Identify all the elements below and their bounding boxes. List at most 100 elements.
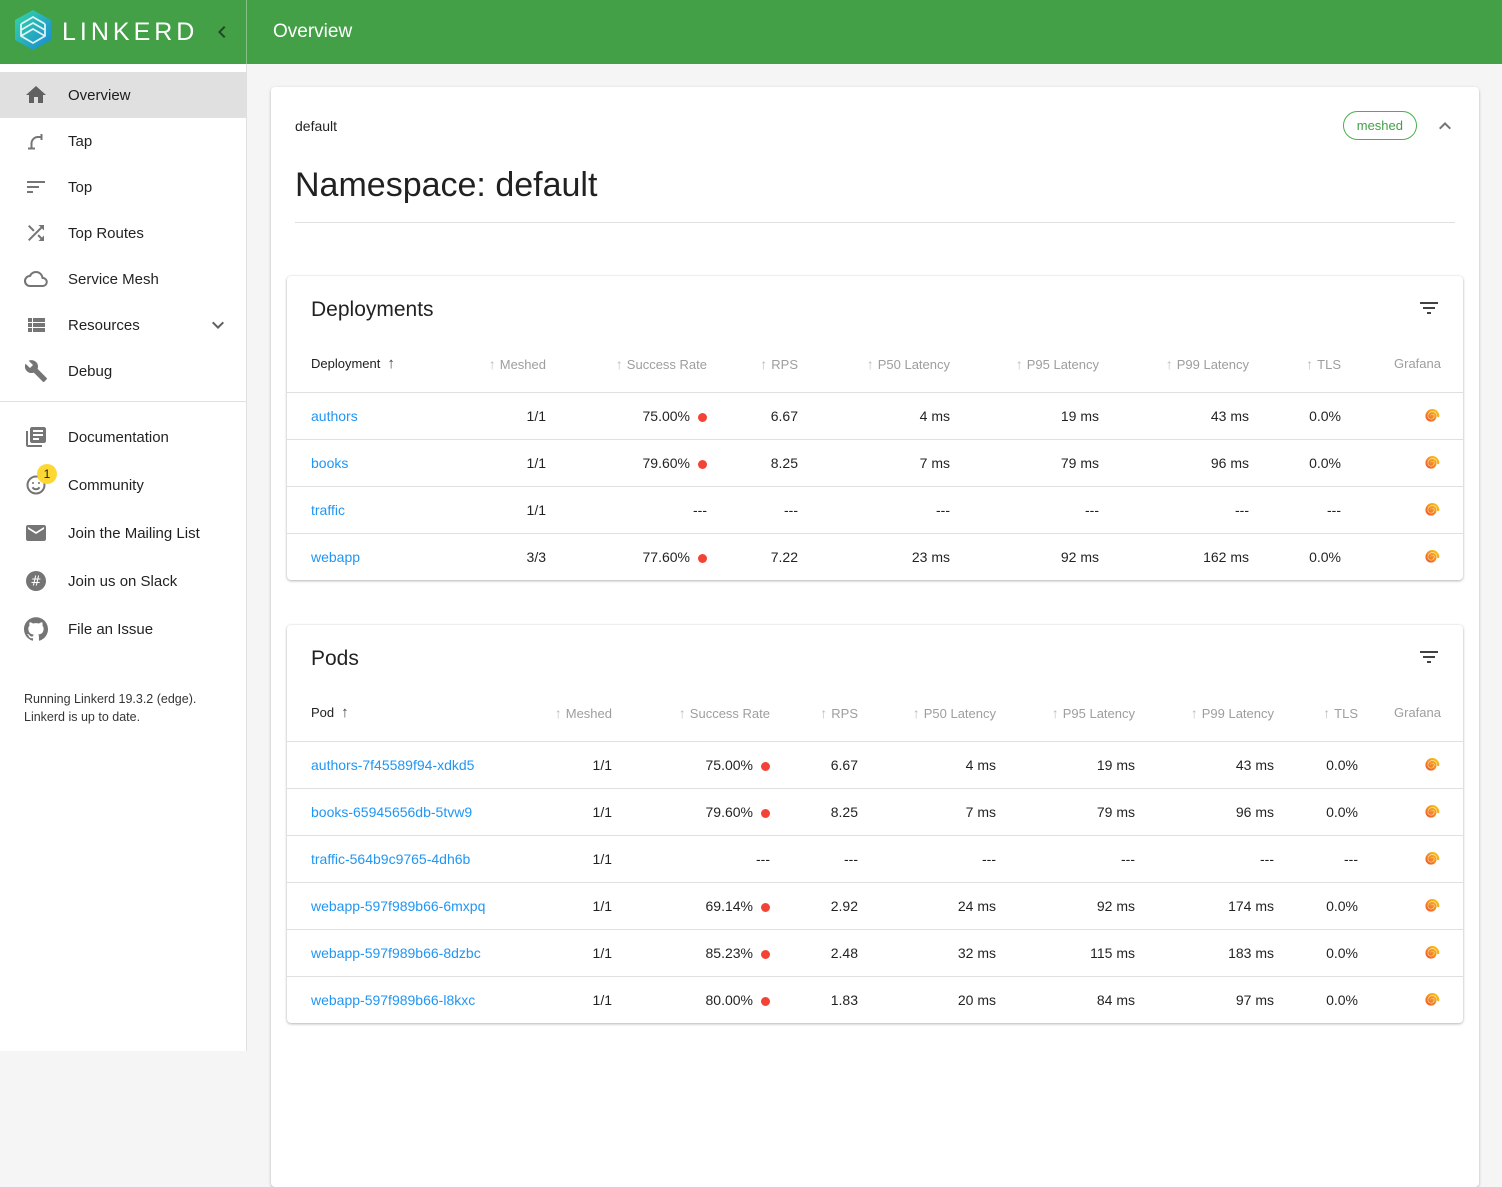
sidebar-item-documentation[interactable]: Documentation [0, 413, 246, 461]
brand-area: LINKERD [0, 0, 247, 64]
column-header-tls[interactable]: ↑TLS [1274, 685, 1358, 741]
rps-cell: 6.67 [707, 392, 798, 439]
sidebar-item-file-issue[interactable]: File an Issue [0, 605, 246, 653]
update-status-line: Linkerd is up to date. [24, 708, 224, 726]
success-rate-cell: --- [546, 486, 707, 533]
grafana-icon[interactable] [1423, 944, 1441, 962]
grafana-icon[interactable] [1423, 850, 1441, 868]
sidebar-item-resources[interactable]: Resources [0, 302, 246, 348]
resource-link[interactable]: webapp-597f989b66-l8kxc [311, 992, 475, 1008]
grafana-icon[interactable] [1423, 803, 1441, 821]
meshed-cell: 1/1 [502, 929, 612, 976]
version-line: Running Linkerd 19.3.2 (edge). [24, 690, 224, 708]
table-row: webapp 3/3 77.60% 7.22 23 ms 92 ms 162 m… [287, 533, 1464, 580]
p95-cell: 84 ms [996, 976, 1135, 1023]
grafana-cell [1341, 439, 1464, 486]
sidebar-item-mailing-list[interactable]: Join the Mailing List [0, 509, 246, 557]
sidebar-item-label: Top Routes [68, 225, 144, 242]
namespace-name: default [295, 118, 337, 134]
status-dot [698, 413, 707, 422]
resource-link[interactable]: books [311, 455, 348, 471]
resource-link[interactable]: books-65945656db-5tvw9 [311, 804, 472, 820]
status-dot [761, 950, 770, 959]
column-header-rps[interactable]: ↑RPS [707, 336, 798, 392]
success-rate-cell: 75.00% [612, 741, 770, 788]
column-header-p99[interactable]: ↑P99 Latency [1135, 685, 1274, 741]
filter-icon[interactable] [1417, 645, 1441, 669]
column-header-p95[interactable]: ↑P95 Latency [996, 685, 1135, 741]
grafana-icon[interactable] [1423, 548, 1441, 566]
sidebar-item-top-routes[interactable]: Top Routes [0, 210, 246, 256]
grafana-icon[interactable] [1423, 501, 1441, 519]
sidebar-item-top[interactable]: Top [0, 164, 246, 210]
column-header-meshed[interactable]: ↑Meshed [462, 336, 546, 392]
sidebar: Overview Tap Top Top Routes Service Mesh… [0, 64, 247, 1051]
sidebar-item-label: Join us on Slack [68, 573, 177, 590]
home-icon [24, 83, 48, 107]
sidebar-item-overview[interactable]: Overview [0, 72, 246, 118]
resource-link[interactable]: authors-7f45589f94-xdkd5 [311, 757, 474, 773]
column-header-success-rate[interactable]: ↑Success Rate [546, 336, 707, 392]
column-header-p50[interactable]: ↑P50 Latency [798, 336, 950, 392]
column-header-meshed[interactable]: ↑Meshed [502, 685, 612, 741]
meshed-chip[interactable]: meshed [1343, 111, 1417, 140]
tls-cell: 0.0% [1274, 976, 1358, 1023]
namespace-card: default meshed Namespace: default Deploy… [271, 87, 1479, 1187]
grafana-icon[interactable] [1423, 991, 1441, 1009]
pods-table: Pod↑ ↑Meshed ↑Success Rate ↑RPS ↑P50 Lat… [287, 685, 1464, 1023]
shuffle-icon [24, 221, 48, 245]
rps-cell: 1.83 [770, 976, 858, 1023]
wrench-icon [24, 359, 48, 383]
resource-link[interactable]: webapp [311, 549, 360, 565]
grafana-icon[interactable] [1423, 756, 1441, 774]
sort-arrow-icon: ↑ [679, 705, 686, 721]
sidebar-item-label: Top [68, 179, 92, 196]
rps-cell: --- [770, 835, 858, 882]
grafana-icon[interactable] [1423, 897, 1441, 915]
p50-cell: 24 ms [858, 882, 996, 929]
sidebar-item-tap[interactable]: Tap [0, 118, 246, 164]
chevron-up-icon[interactable] [1433, 114, 1457, 138]
linkerd-logo-icon [13, 8, 53, 57]
column-header-p50[interactable]: ↑P50 Latency [858, 685, 996, 741]
column-header-p99[interactable]: ↑P99 Latency [1099, 336, 1249, 392]
namespace-header-row: default meshed [271, 87, 1479, 140]
column-header-rps[interactable]: ↑RPS [770, 685, 858, 741]
filter-icon[interactable] [1417, 296, 1441, 320]
resource-link[interactable]: webapp-597f989b66-8dzbc [311, 945, 481, 961]
sort-arrow-icon: ↑ [387, 355, 395, 372]
grafana-cell [1358, 788, 1464, 835]
column-header-grafana: Grafana [1358, 685, 1464, 741]
resource-link[interactable]: authors [311, 408, 358, 424]
meshed-cell: 1/1 [462, 486, 546, 533]
resource-link[interactable]: traffic [311, 502, 345, 518]
sidebar-item-service-mesh[interactable]: Service Mesh [0, 256, 246, 302]
p50-cell: 7 ms [858, 788, 996, 835]
resource-link[interactable]: traffic-564b9c9765-4dh6b [311, 851, 470, 867]
meshed-cell: 1/1 [462, 392, 546, 439]
column-header-pod[interactable]: Pod↑ [287, 685, 502, 741]
rps-cell: --- [707, 486, 798, 533]
column-header-success-rate[interactable]: ↑Success Rate [612, 685, 770, 741]
heading-divider [295, 222, 1455, 223]
sidebar-item-community[interactable]: 1 Community [0, 461, 246, 509]
table-row: authors 1/1 75.00% 6.67 4 ms 19 ms 43 ms… [287, 392, 1464, 439]
column-header-tls[interactable]: ↑TLS [1249, 336, 1341, 392]
success-rate-cell: 79.60% [546, 439, 707, 486]
sidebar-item-slack[interactable]: # Join us on Slack [0, 557, 246, 605]
email-icon [24, 521, 48, 545]
chevron-down-icon[interactable] [206, 313, 230, 337]
sidebar-collapse-icon[interactable] [210, 20, 234, 44]
grafana-icon[interactable] [1423, 407, 1441, 425]
grafana-icon[interactable] [1423, 454, 1441, 472]
column-header-deployment[interactable]: Deployment↑ [287, 336, 462, 392]
sidebar-item-debug[interactable]: Debug [0, 348, 246, 394]
p95-cell: 92 ms [996, 882, 1135, 929]
sort-arrow-icon: ↑ [1016, 356, 1023, 372]
p95-cell: 19 ms [996, 741, 1135, 788]
tls-cell: 0.0% [1274, 882, 1358, 929]
resource-name-cell: authors-7f45589f94-xdkd5 [287, 741, 502, 788]
resource-link[interactable]: webapp-597f989b66-6mxpq [311, 898, 485, 914]
deployments-table: Deployment↑ ↑Meshed ↑Success Rate ↑RPS ↑… [287, 336, 1464, 580]
column-header-p95[interactable]: ↑P95 Latency [950, 336, 1099, 392]
